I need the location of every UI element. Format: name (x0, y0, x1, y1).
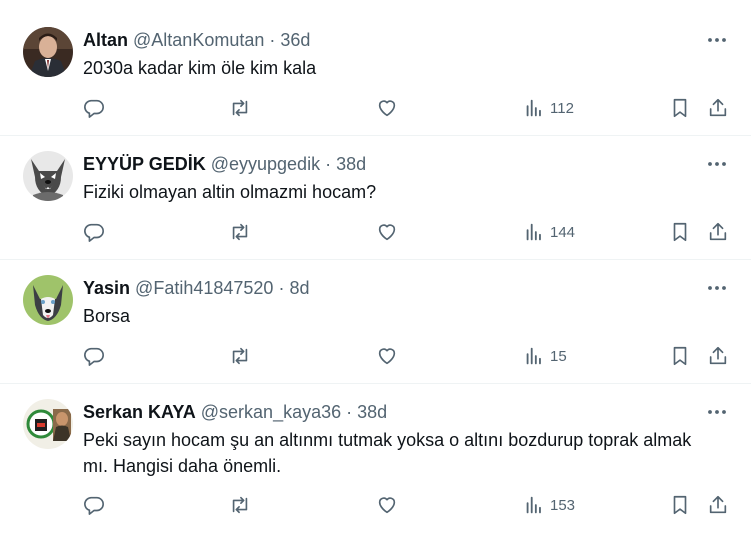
like-icon (378, 497, 396, 514)
bookmark-button[interactable] (669, 493, 691, 517)
retweet-icon (232, 99, 248, 117)
reply-icon (84, 496, 104, 515)
separator-dot: · (278, 278, 285, 298)
avatar[interactable] (23, 399, 73, 449)
reply-icon (84, 99, 104, 118)
avatar[interactable] (23, 275, 73, 325)
views-icon (526, 496, 541, 514)
share-icon (709, 346, 727, 365)
separator-dot: · (346, 402, 353, 422)
tweet-header: Altan @AltanKomutan · 36d (83, 28, 310, 52)
like-button[interactable] (376, 220, 398, 244)
reply-button[interactable] (83, 493, 105, 517)
bookmark-button[interactable] (669, 344, 691, 368)
views-count: 153 (550, 496, 576, 514)
share-button[interactable] (707, 96, 729, 120)
retweet-button[interactable] (229, 493, 251, 517)
retweet-icon (232, 347, 248, 365)
views-button[interactable]: 15 (523, 344, 567, 368)
tweet-header: EYYÜP GEDİK @eyyupgedik · 38d (83, 152, 366, 176)
bookmark-button[interactable] (669, 96, 691, 120)
views-count: 15 (550, 347, 567, 365)
share-icon (709, 495, 727, 514)
retweet-button[interactable] (229, 220, 251, 244)
like-button[interactable] (376, 96, 398, 120)
share-button[interactable] (707, 493, 729, 517)
like-icon (378, 224, 396, 241)
retweet-icon (232, 496, 248, 514)
like-button[interactable] (376, 493, 398, 517)
avatar[interactable] (23, 151, 73, 201)
tweet-1[interactable]: Altan @AltanKomutan · 36d 2030a kadar ki… (0, 0, 751, 136)
timestamp[interactable]: 38d (357, 402, 387, 422)
views-count: 112 (550, 99, 574, 117)
share-icon (709, 222, 727, 241)
tweet-text: Fiziki olmayan altin olmazmi hocam? (83, 182, 377, 202)
more-icon[interactable] (705, 276, 729, 300)
separator-dot: · (269, 30, 276, 50)
more-icon[interactable] (705, 28, 729, 52)
views-icon (526, 347, 541, 365)
action-bar: 153 (83, 493, 733, 517)
timestamp[interactable]: 38d (336, 154, 366, 174)
action-bar: 15 (83, 344, 733, 368)
retweet-button[interactable] (229, 344, 251, 368)
views-count: 144 (550, 223, 576, 241)
tweet-text: Peki sayın hocam şu an altınmı tutmak yo… (83, 430, 692, 476)
tweet-header: Serkan KAYA @serkan_kaya36 · 38d (83, 400, 387, 424)
timestamp[interactable]: 36d (280, 30, 310, 50)
like-icon (378, 348, 396, 365)
reply-button[interactable] (83, 220, 105, 244)
bookmark-icon (673, 495, 687, 515)
reply-icon (84, 223, 104, 242)
like-button[interactable] (376, 344, 398, 368)
like-icon (378, 100, 396, 117)
retweet-icon (232, 223, 248, 241)
tweet-text: Borsa (83, 306, 131, 326)
bookmark-icon (673, 98, 687, 118)
views-icon (526, 99, 541, 117)
display-name[interactable]: EYYÜP GEDİK (83, 154, 206, 174)
avatar[interactable] (23, 27, 73, 77)
reply-button[interactable] (83, 96, 105, 120)
bookmark-icon (673, 222, 687, 242)
share-button[interactable] (707, 344, 729, 368)
tweet-3[interactable]: Yasin @Fatih41847520 · 8d Borsa 15 (0, 260, 751, 384)
tweet-2[interactable]: EYYÜP GEDİK @eyyupgedik · 38d Fiziki olm… (0, 136, 751, 260)
reply-button[interactable] (83, 344, 105, 368)
action-bar: 112 (83, 96, 733, 120)
share-icon (709, 98, 727, 117)
views-button[interactable]: 144 (523, 220, 575, 244)
tweet-header: Yasin @Fatih41847520 · 8d (83, 276, 309, 300)
user-handle[interactable]: @AltanKomutan (133, 30, 264, 50)
display-name[interactable]: Altan (83, 30, 128, 50)
retweet-button[interactable] (229, 96, 251, 120)
user-handle[interactable]: @serkan_kaya36 (201, 402, 341, 422)
display-name[interactable]: Serkan KAYA (83, 402, 196, 422)
more-icon[interactable] (705, 152, 729, 176)
separator-dot: · (325, 154, 332, 174)
action-bar: 144 (83, 220, 733, 244)
bookmark-icon (673, 346, 687, 366)
views-button[interactable]: 153 (523, 493, 575, 517)
views-icon (526, 223, 541, 241)
bookmark-button[interactable] (669, 220, 691, 244)
share-button[interactable] (707, 220, 729, 244)
user-handle[interactable]: @Fatih41847520 (135, 278, 273, 298)
display-name[interactable]: Yasin (83, 278, 130, 298)
reply-icon (84, 347, 104, 366)
tweet-text: 2030a kadar kim öle kim kala (83, 58, 317, 78)
timestamp[interactable]: 8d (289, 278, 309, 298)
more-icon[interactable] (705, 400, 729, 424)
tweet-4[interactable]: Serkan KAYA @serkan_kaya36 · 38d Peki sa… (0, 384, 751, 536)
views-button[interactable]: 112 (523, 96, 574, 120)
user-handle[interactable]: @eyyupgedik (211, 154, 320, 174)
